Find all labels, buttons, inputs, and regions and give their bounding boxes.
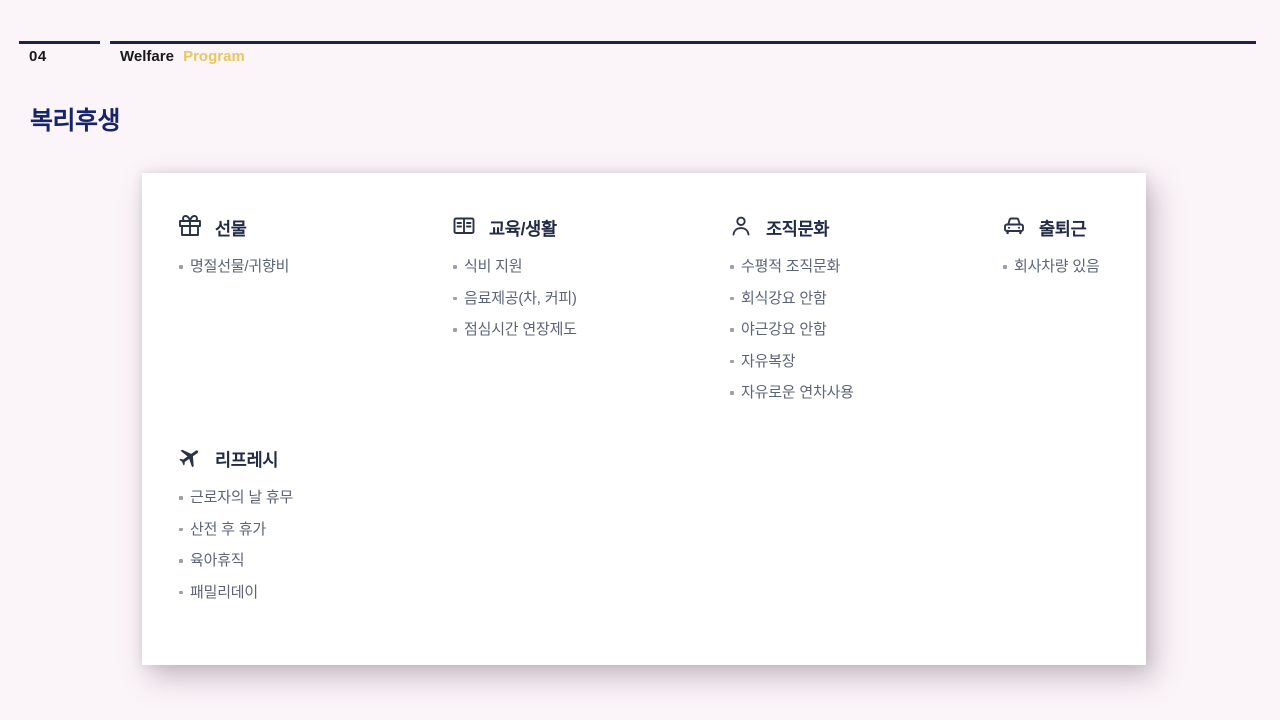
section-gift-label: 선물 xyxy=(215,216,247,241)
section-education: 교육/생활 식비 지원 음료제공(차, 커피) 점심시간 연장제도 xyxy=(452,215,577,346)
bullet-dot xyxy=(453,328,457,332)
section-commute-items: 회사차량 있음 xyxy=(1014,251,1100,283)
list-item-text: 점심시간 연장제도 xyxy=(464,321,577,338)
section-gift: 선물 명절선물/귀향비 xyxy=(178,215,289,283)
bullet-dot xyxy=(179,496,183,500)
header-title-primary: Welfare xyxy=(120,48,174,65)
person-icon xyxy=(729,214,753,243)
bullet-dot xyxy=(730,391,734,395)
bullet-dot xyxy=(179,591,183,595)
list-item: 패밀리데이 xyxy=(190,577,293,609)
list-item-text: 육아휴직 xyxy=(190,552,244,569)
bullet-dot xyxy=(730,265,734,269)
list-item: 산전 후 휴가 xyxy=(190,514,293,546)
list-item-text: 수평적 조직문화 xyxy=(741,258,840,275)
section-refresh-header: 리프레시 xyxy=(178,446,293,472)
list-item-text: 자유복장 xyxy=(741,353,795,370)
list-item-text: 자유로운 연차사용 xyxy=(741,384,854,401)
header-title: Welfare Program xyxy=(120,48,245,65)
list-item: 식비 지원 xyxy=(464,251,577,283)
list-item-text: 회사차량 있음 xyxy=(1014,258,1100,275)
bullet-dot xyxy=(453,265,457,269)
list-item: 음료제공(차, 커피) xyxy=(464,283,577,315)
header-short-rule xyxy=(19,41,100,44)
page-title: 복리후생 xyxy=(30,101,120,137)
section-education-header: 교육/생활 xyxy=(452,215,577,241)
section-culture-items: 수평적 조직문화 회식강요 안함 야근강요 안함 자유복장 자유로운 연차사용 xyxy=(741,251,854,409)
section-culture-label: 조직문화 xyxy=(766,216,829,241)
list-item-text: 음료제공(차, 커피) xyxy=(464,290,577,307)
bullet-dot xyxy=(730,297,734,301)
list-item: 점심시간 연장제도 xyxy=(464,314,577,346)
list-item-text: 회식강요 안함 xyxy=(741,290,827,307)
section-commute: 출퇴근 회사차량 있음 xyxy=(1002,215,1100,283)
bullet-dot xyxy=(453,297,457,301)
header-long-rule xyxy=(110,41,1256,44)
section-gift-header: 선물 xyxy=(178,215,289,241)
list-item: 야근강요 안함 xyxy=(741,314,854,346)
list-item: 회사차량 있음 xyxy=(1014,251,1100,283)
open-book-icon xyxy=(452,214,476,243)
list-item-text: 근로자의 날 휴무 xyxy=(190,489,293,506)
bullet-dot xyxy=(179,559,183,563)
section-refresh: 리프레시 근로자의 날 휴무 산전 후 휴가 육아휴직 패밀리데이 xyxy=(178,446,293,608)
list-item: 자유로운 연차사용 xyxy=(741,377,854,409)
bullet-dot xyxy=(730,328,734,332)
slide: 04 Welfare Program 복리후생 선물 xyxy=(0,0,1280,720)
list-item: 자유복장 xyxy=(741,346,854,378)
list-item-text: 패밀리데이 xyxy=(190,584,258,601)
section-commute-header: 출퇴근 xyxy=(1002,215,1100,241)
bullet-dot xyxy=(179,265,183,269)
list-item-text: 산전 후 휴가 xyxy=(190,521,266,538)
list-item-text: 명절선물/귀향비 xyxy=(190,258,289,275)
section-refresh-items: 근로자의 날 휴무 산전 후 휴가 육아휴직 패밀리데이 xyxy=(190,482,293,608)
section-commute-label: 출퇴근 xyxy=(1039,216,1086,241)
airplane-icon xyxy=(178,445,202,474)
section-culture-header: 조직문화 xyxy=(729,215,854,241)
section-gift-items: 명절선물/귀향비 xyxy=(190,251,289,283)
section-education-items: 식비 지원 음료제공(차, 커피) 점심시간 연장제도 xyxy=(464,251,577,346)
list-item: 근로자의 날 휴무 xyxy=(190,482,293,514)
section-number: 04 xyxy=(29,48,47,65)
bullet-dot xyxy=(179,528,183,532)
bullet-dot xyxy=(1003,265,1007,269)
header-title-secondary: Program xyxy=(183,48,245,65)
list-item: 수평적 조직문화 xyxy=(741,251,854,283)
section-refresh-label: 리프레시 xyxy=(215,447,278,472)
list-item: 육아휴직 xyxy=(190,545,293,577)
section-education-label: 교육/생활 xyxy=(489,216,557,241)
list-item: 명절선물/귀향비 xyxy=(190,251,289,283)
section-culture: 조직문화 수평적 조직문화 회식강요 안함 야근강요 안함 자유복장 자유로운 … xyxy=(729,215,854,409)
benefits-card: 선물 명절선물/귀향비 교육/생활 xyxy=(142,173,1146,665)
list-item-text: 야근강요 안함 xyxy=(741,321,827,338)
list-item: 회식강요 안함 xyxy=(741,283,854,315)
gift-icon xyxy=(178,214,202,243)
car-icon xyxy=(1002,214,1026,243)
bullet-dot xyxy=(730,360,734,364)
list-item-text: 식비 지원 xyxy=(464,258,522,275)
